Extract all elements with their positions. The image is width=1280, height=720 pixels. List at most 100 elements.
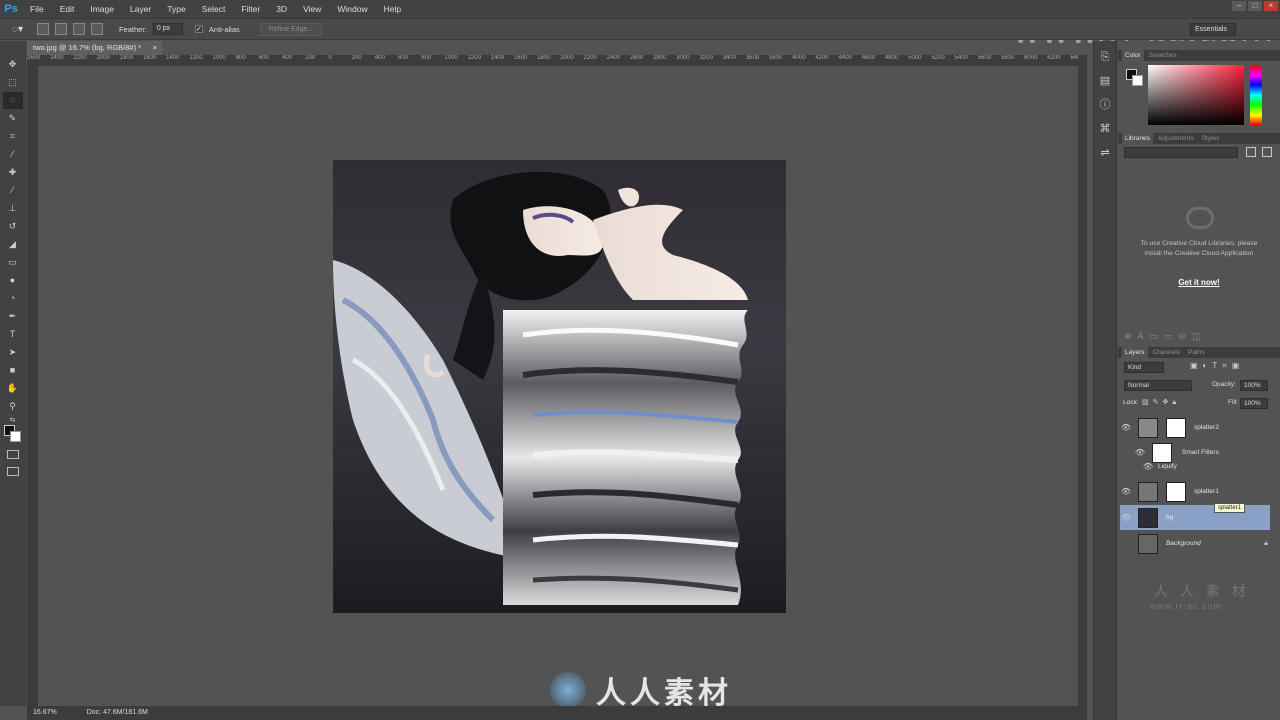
menu-image[interactable]: Image <box>82 0 122 18</box>
ruler-tick: 4800 <box>884 55 899 61</box>
intersect-selection-icon[interactable] <box>90 23 103 35</box>
menu-help[interactable]: Help <box>376 0 409 18</box>
lasso-tool-icon[interactable]: ◌ <box>2 92 23 109</box>
visibility-eye-icon[interactable]: 👁︎ <box>1134 448 1146 457</box>
subtract-selection-icon[interactable] <box>72 23 85 35</box>
move-tool-icon[interactable]: ✥ <box>3 56 23 73</box>
marquee-tool-icon[interactable]: ⬚ <box>3 74 23 91</box>
color-picker-field[interactable] <box>1148 65 1244 125</box>
minimize-button[interactable]: – <box>1232 1 1246 11</box>
gradient-tool-icon[interactable]: ▭ <box>3 254 23 271</box>
document-tab-title: two.jpg @ 16.7% (bg, RGB/8#) * <box>33 43 142 52</box>
right-panels: Color Swatches Libraries Adjustments Sty… <box>1118 41 1280 720</box>
layer-row-splatter2[interactable]: 👁︎ splatter2 <box>1120 415 1268 440</box>
fill-input[interactable]: 100% <box>1240 398 1268 409</box>
close-window-button[interactable]: × <box>1264 1 1278 11</box>
add-selection-icon[interactable] <box>54 23 67 35</box>
feather-input[interactable]: 0 px <box>152 23 183 35</box>
history-brush-tool-icon[interactable]: ↺ <box>3 218 23 235</box>
get-it-now-link[interactable]: Get it now! <box>1118 278 1280 287</box>
tab-paths[interactable]: Paths <box>1185 347 1208 358</box>
menu-window[interactable]: Window <box>329 0 375 18</box>
list-view-icon[interactable] <box>1262 147 1272 157</box>
menu-filter[interactable]: Filter <box>233 0 268 18</box>
quick-select-tool-icon[interactable]: ✎ <box>3 110 23 127</box>
blend-mode-select[interactable]: Normal <box>1124 380 1192 391</box>
zoom-level[interactable]: 16.67% <box>33 706 57 720</box>
shape-tool-icon[interactable]: ■ <box>3 362 23 379</box>
tools-presets-icon[interactable]: ⇌ <box>1097 145 1113 161</box>
info-panel-icon[interactable]: ⓘ <box>1097 97 1113 113</box>
menu-edit[interactable]: Edit <box>52 0 83 18</box>
document-canvas[interactable] <box>333 160 786 613</box>
crop-tool-icon[interactable]: ⌗ <box>3 128 23 145</box>
properties-panel-icon[interactable]: ▤ <box>1097 73 1113 89</box>
lock-icons[interactable]: ▨✎✥🔒︎ <box>1142 398 1180 407</box>
layer-mask-thumbnail[interactable] <box>1166 481 1186 502</box>
tab-adjustments[interactable]: Adjustments <box>1155 133 1197 144</box>
ruler-tick: 2400 <box>606 55 621 61</box>
visibility-eye-icon[interactable]: 👁︎ <box>1120 423 1132 432</box>
path-select-tool-icon[interactable]: ➤ <box>3 344 23 361</box>
horizontal-ruler[interactable]: 2600 2400 2200 2000 1800 1600 1400 1200 1000 800 6… <box>27 55 1085 66</box>
visibility-eye-icon[interactable]: 👁︎ <box>1120 513 1132 522</box>
opacity-input[interactable]: 100% <box>1240 380 1268 391</box>
library-footer-icons[interactable]: ⊕A▭▭⊖◫ <box>1124 331 1207 342</box>
dodge-tool-icon[interactable]: ◔ <box>3 290 23 307</box>
document-tab[interactable]: two.jpg @ 16.7% (bg, RGB/8#) * × <box>27 41 162 55</box>
eraser-tool-icon[interactable]: ◢ <box>3 236 23 253</box>
quick-mask-icon[interactable] <box>7 450 19 459</box>
close-tab-icon[interactable]: × <box>153 41 157 55</box>
hue-slider[interactable] <box>1250 65 1262 125</box>
clone-stamp-tool-icon[interactable]: ⊥ <box>3 200 23 217</box>
tab-styles[interactable]: Styles <box>1199 133 1223 144</box>
brush-tool-icon[interactable]: ∕ <box>3 182 23 199</box>
layer-row-splatter1[interactable]: 👁︎ splatter1 <box>1120 479 1268 504</box>
tab-color[interactable]: Color <box>1122 50 1144 61</box>
tab-channels[interactable]: Channels <box>1150 347 1183 358</box>
menu-3d[interactable]: 3D <box>268 0 295 18</box>
visibility-eye-icon[interactable]: 👁︎ <box>1120 487 1132 496</box>
workspace-select[interactable]: Essentials <box>1190 23 1236 36</box>
new-selection-icon[interactable] <box>36 23 49 35</box>
layer-row-background[interactable]: Background 🔒︎ <box>1120 531 1268 556</box>
lasso-tool-preset-icon[interactable]: ◌▾ <box>12 24 23 35</box>
smart-filters-label: Smart Filters <box>1182 449 1219 456</box>
panel-background-swatch[interactable] <box>1132 75 1143 86</box>
menu-select[interactable]: Select <box>194 0 234 18</box>
type-tool-icon[interactable]: T <box>3 326 23 343</box>
pen-tool-icon[interactable]: ✒ <box>3 308 23 325</box>
layer-kind-filter[interactable]: Kind <box>1124 362 1164 373</box>
grid-view-icon[interactable] <box>1246 147 1256 157</box>
tab-libraries[interactable]: Libraries <box>1122 133 1153 144</box>
vertical-ruler[interactable] <box>27 66 38 706</box>
background-color-swatch[interactable] <box>10 431 21 442</box>
antialias-checkbox[interactable]: ✓ <box>194 25 203 33</box>
maximize-button[interactable]: □ <box>1248 1 1262 11</box>
menu-type[interactable]: Type <box>159 0 193 18</box>
layer-thumbnail <box>1138 481 1158 502</box>
screen-mode-icon[interactable] <box>7 467 19 476</box>
menu-layer[interactable]: Layer <box>122 0 159 18</box>
zoom-tool-icon[interactable]: ⚲ <box>3 398 23 415</box>
menu-view[interactable]: View <box>295 0 329 18</box>
layer-mask-thumbnail[interactable] <box>1166 417 1186 438</box>
history-panel-icon[interactable]: ⎘ <box>1097 49 1113 65</box>
refine-edge-button[interactable]: Refine Edge... <box>259 22 323 36</box>
tab-layers[interactable]: Layers <box>1122 347 1148 358</box>
hand-tool-icon[interactable]: ✋ <box>3 380 23 397</box>
doc-size[interactable]: Doc: 47.6M/181.6M <box>87 706 148 720</box>
visibility-eye-icon[interactable]: 👁︎ <box>1142 462 1154 471</box>
tab-swatches[interactable]: Swatches <box>1146 50 1180 61</box>
ruler-tick: 2600 <box>629 55 644 61</box>
library-select[interactable] <box>1124 147 1238 158</box>
liquify-filter-row[interactable]: 👁︎ Liquify <box>1120 459 1268 473</box>
layer-filter-icons[interactable]: ▣◐T⌗▣ <box>1190 361 1244 371</box>
layer-row-bg[interactable]: 👁︎ bg <box>1120 505 1270 530</box>
menu-file[interactable]: File <box>22 0 52 18</box>
eyedropper-tool-icon[interactable]: ⁄ <box>3 146 23 163</box>
healing-tool-icon[interactable]: ✚ <box>3 164 23 181</box>
blur-tool-icon[interactable]: ● <box>3 272 23 289</box>
vertical-scrollbar[interactable] <box>1078 55 1087 706</box>
brushes-panel-icon[interactable]: ⌘ <box>1097 121 1113 137</box>
